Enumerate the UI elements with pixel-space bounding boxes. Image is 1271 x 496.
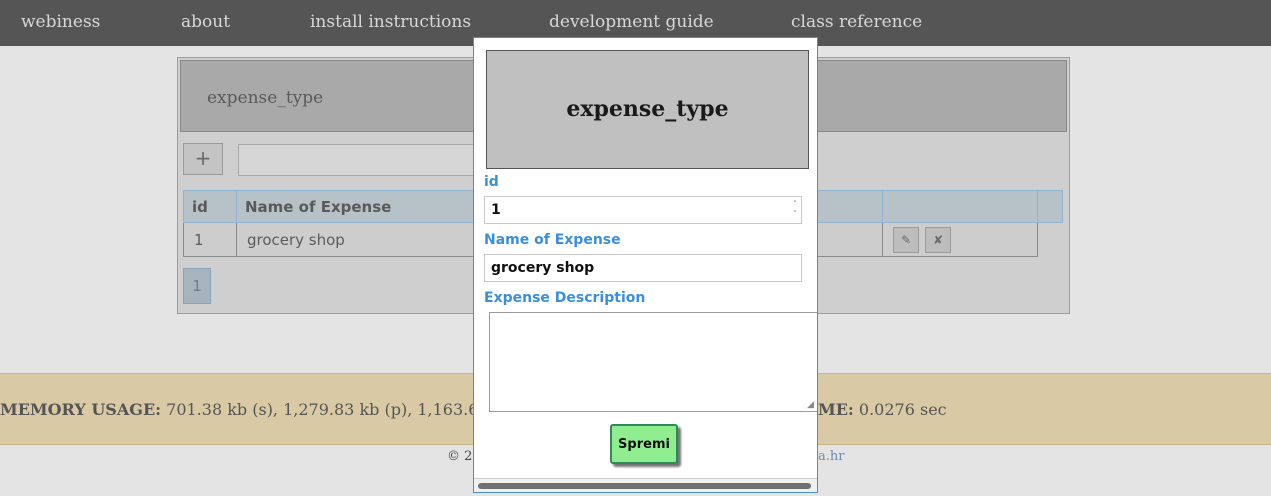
horizontal-scrollbar[interactable]: [474, 478, 817, 492]
nav-item-webiness[interactable]: webiness: [21, 12, 100, 32]
modal-title: expense_type: [566, 96, 729, 122]
nav-item-about[interactable]: about: [181, 12, 230, 32]
id-input-value: 1: [491, 202, 501, 218]
memory-usage-text: MEMORY USAGE: 701.38 kb (s), 1,279.83 kb…: [0, 400, 478, 419]
grid-search-input[interactable]: [238, 144, 476, 176]
id-input[interactable]: 1 ˄ ˅: [484, 196, 802, 224]
scrollbar-thumb[interactable]: [478, 483, 811, 489]
name-input[interactable]: grocery shop: [484, 254, 802, 282]
column-header-filler: [1036, 190, 1064, 223]
add-record-button[interactable]: +: [183, 143, 223, 175]
nav-item-install-instructions[interactable]: install instructions: [310, 12, 471, 32]
save-button[interactable]: Spremi: [610, 424, 678, 464]
execution-time-label: ME:: [818, 400, 854, 419]
footer-link[interactable]: a.hr: [818, 449, 844, 464]
footer-copyright: © 2: [447, 449, 473, 464]
resize-grip-icon[interactable]: ◢: [807, 400, 817, 410]
edit-icon[interactable]: ✎: [893, 226, 920, 253]
memory-usage-label: MEMORY USAGE:: [0, 400, 162, 419]
pagination-page-1[interactable]: 1: [183, 268, 211, 304]
edit-record-modal: expense_type id 1 ˄ ˅ Name of Expense gro…: [473, 37, 818, 493]
name-label: Name of Expense: [484, 232, 621, 248]
execution-time-value: 0.0276 sec: [858, 400, 947, 419]
id-label: id: [484, 174, 499, 190]
modal-header: expense_type: [486, 50, 809, 169]
column-header-actions: [882, 190, 1038, 223]
description-label: Expense Description: [484, 290, 646, 306]
cell-filler: [1037, 223, 1062, 257]
spinner-arrows-icon[interactable]: ˄ ˅: [791, 199, 799, 221]
nav-item-development-guide[interactable]: development guide: [549, 12, 714, 32]
description-textarea[interactable]: [489, 312, 817, 412]
cell-actions: ✎ ✘: [882, 222, 1038, 257]
name-input-value: grocery shop: [491, 260, 595, 276]
grid-title: expense_type: [207, 88, 324, 108]
execution-time-text: ME: 0.0276 sec: [818, 400, 947, 419]
memory-usage-value: 701.38 kb (s), 1,279.83 kb (p), 1,163.6: [166, 400, 479, 419]
nav-item-class-reference[interactable]: class reference: [791, 12, 922, 32]
column-header-id[interactable]: id: [183, 190, 237, 223]
delete-icon[interactable]: ✘: [925, 226, 952, 253]
cell-id: 1: [183, 222, 237, 257]
